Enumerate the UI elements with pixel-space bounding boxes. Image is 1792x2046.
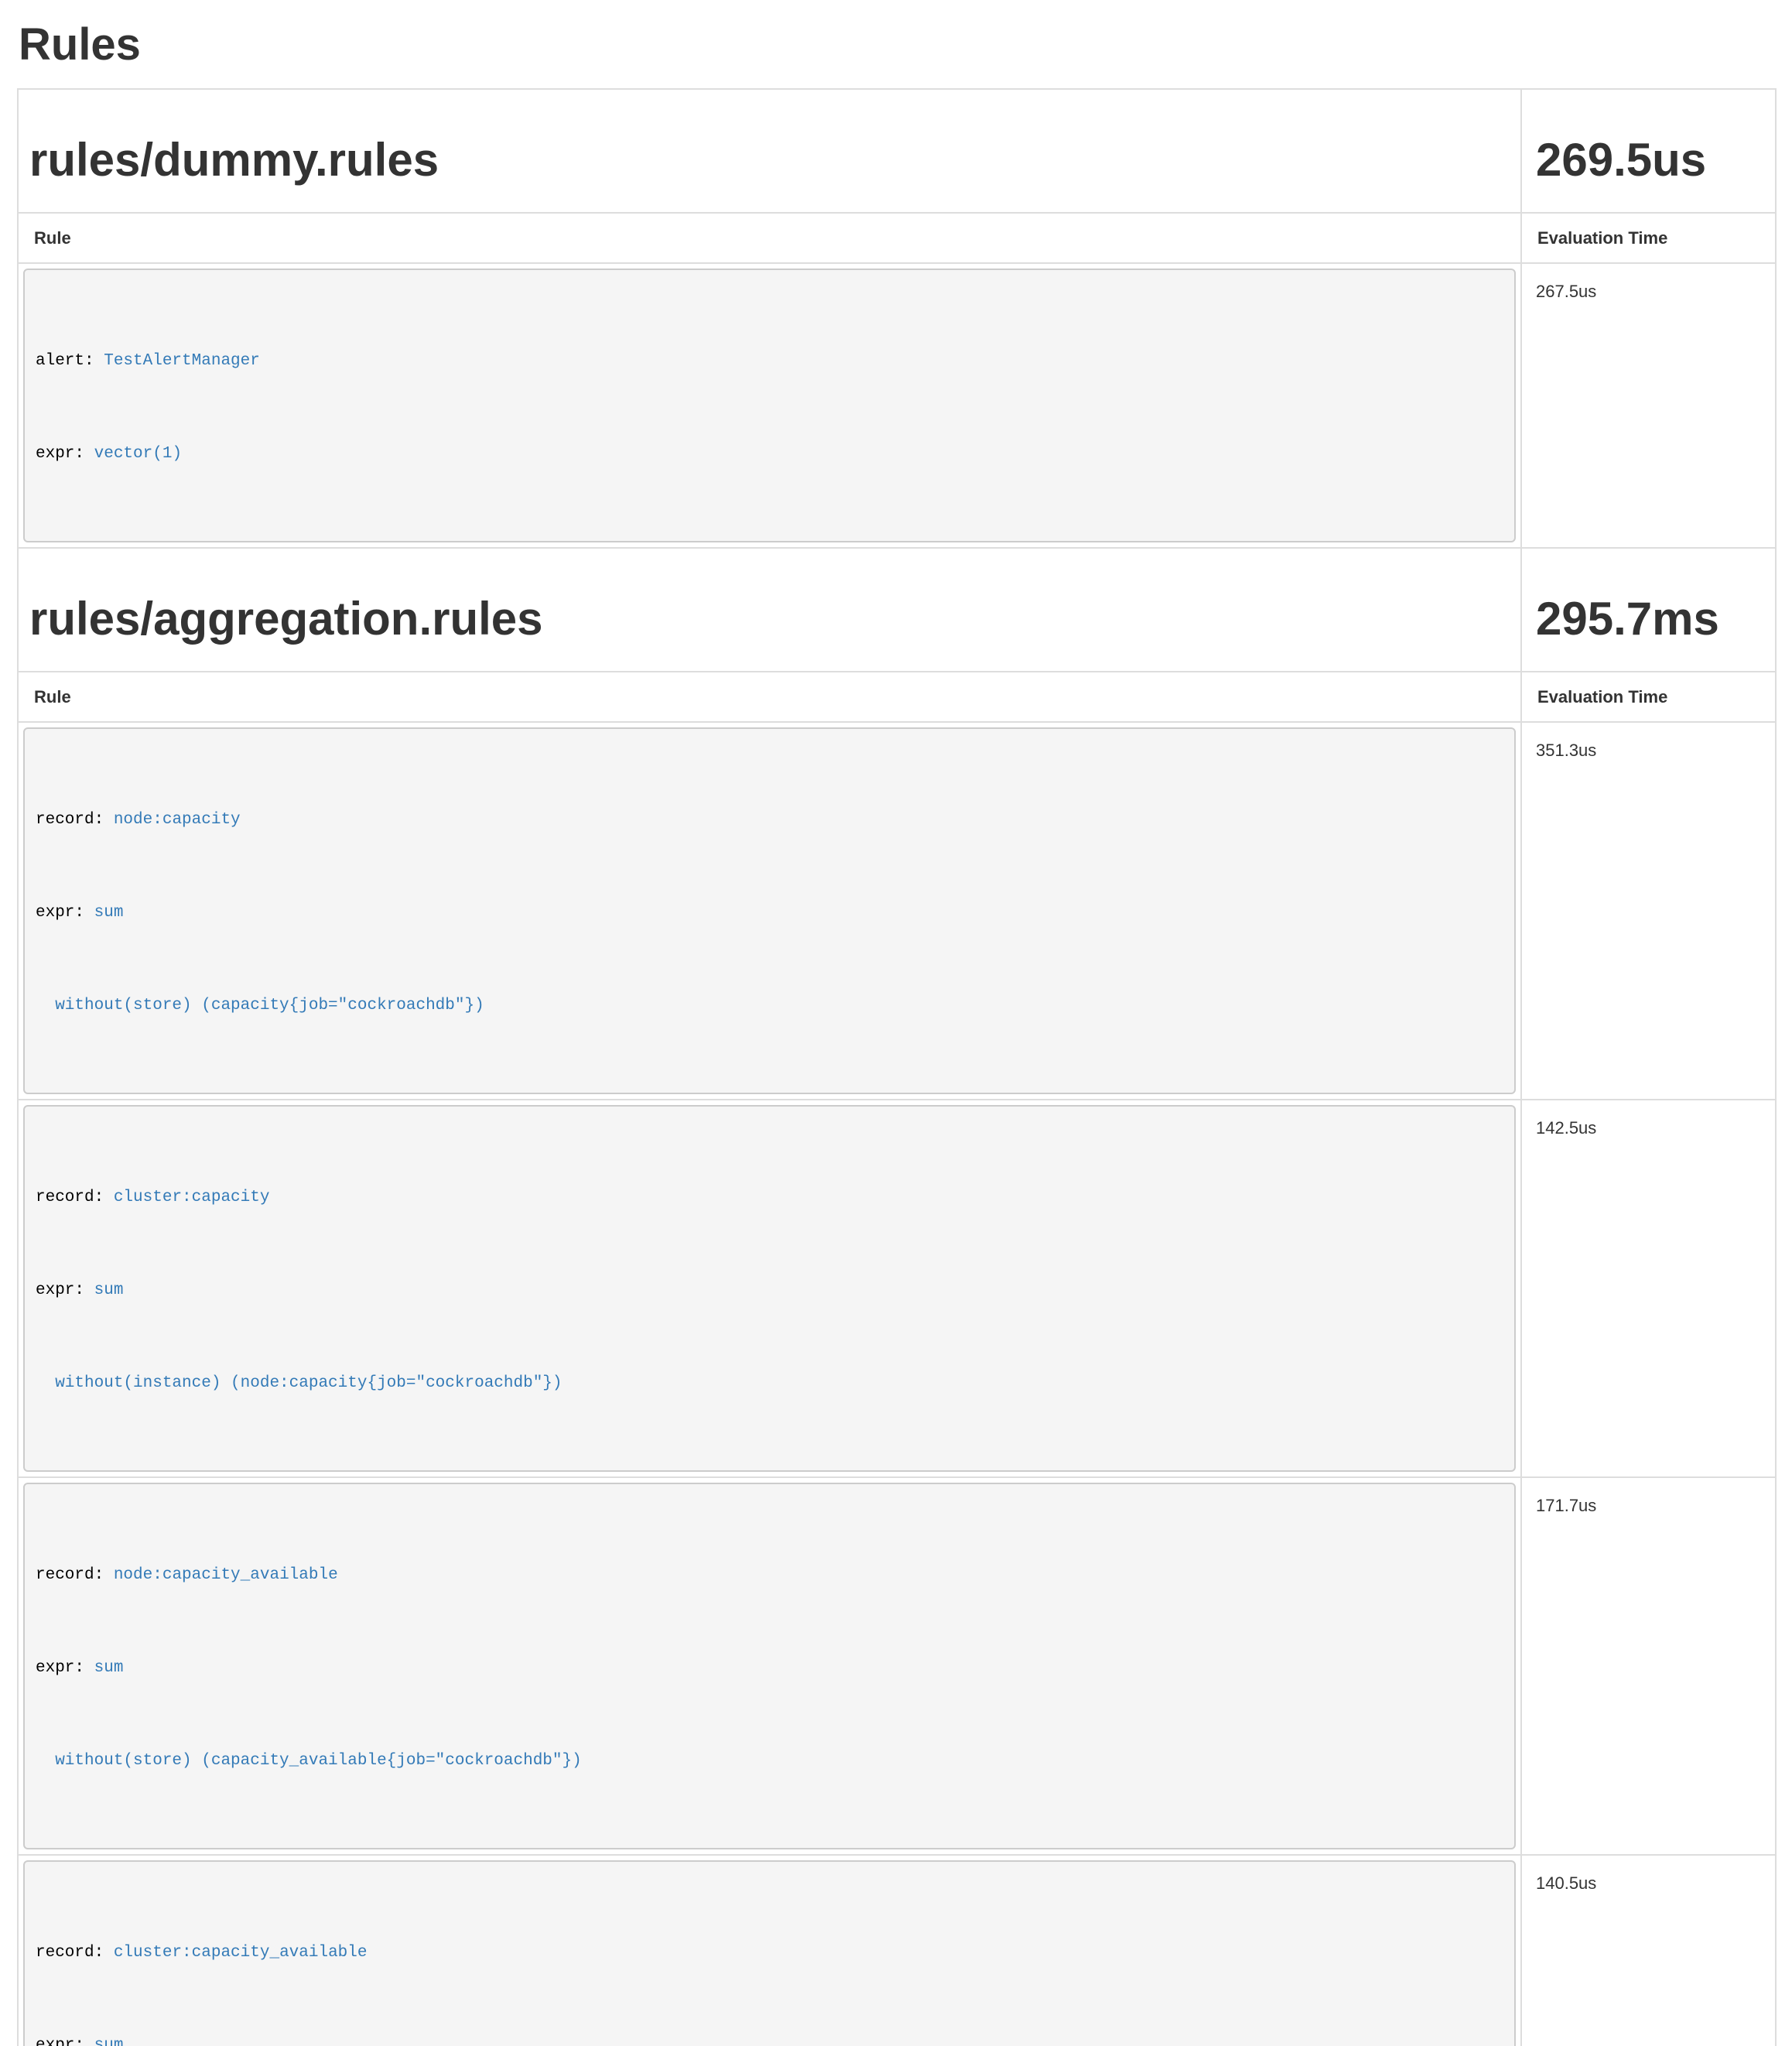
code-line: expr: vector(1)	[36, 439, 1503, 470]
code-value-link[interactable]: vector(1)	[94, 445, 182, 463]
group-eval-cell: 269.5us	[1521, 89, 1776, 213]
code-value-link[interactable]: sum	[94, 904, 124, 922]
rule-code-cell: record: cluster:capacity_available expr:…	[18, 1855, 1521, 2046]
code-value-link[interactable]: node:capacity_available	[114, 1566, 338, 1584]
code-value-link[interactable]: cluster:capacity	[114, 1189, 270, 1206]
code-key: alert:	[36, 352, 104, 370]
column-header-row: Rule Evaluation Time	[18, 213, 1776, 263]
code-key: expr:	[36, 1281, 94, 1299]
eval-time-value: 351.3us	[1521, 722, 1776, 1100]
code-line: without(store) (capacity{job="cockroachd…	[36, 990, 1503, 1021]
code-line: without(instance) (node:capacity{job="co…	[36, 1368, 1503, 1399]
rule-code-block: record: node:capacity_available expr: su…	[23, 1483, 1516, 1849]
eval-time-value: 142.5us	[1521, 1100, 1776, 1477]
rule-code-block: record: node:capacity expr: sum without(…	[23, 727, 1516, 1094]
eval-time-value: 140.5us	[1521, 1855, 1776, 2046]
code-key: expr:	[36, 1659, 94, 1677]
code-key: expr:	[36, 2037, 94, 2046]
group-file-name: rules/dummy.rules	[29, 135, 1506, 186]
rule-row: alert: TestAlertManager expr: vector(1) …	[18, 263, 1776, 548]
eval-time-value: 267.5us	[1521, 263, 1776, 548]
eval-time-value: 171.7us	[1521, 1477, 1776, 1855]
group-file-cell: rules/aggregation.rules	[18, 548, 1521, 672]
code-value-link[interactable]: sum	[94, 1659, 124, 1677]
rule-code-block: record: cluster:capacity_available expr:…	[23, 1860, 1516, 2046]
rule-column-header: Rule	[18, 672, 1521, 722]
rule-row: record: node:capacity_available expr: su…	[18, 1477, 1776, 1855]
code-value-link[interactable]: cluster:capacity_available	[114, 1944, 368, 1962]
code-line: record: node:capacity	[36, 805, 1503, 836]
group-file-cell: rules/dummy.rules	[18, 89, 1521, 213]
eval-time-column-header: Evaluation Time	[1521, 672, 1776, 722]
code-value-link[interactable]: node:capacity	[114, 811, 241, 829]
code-line: expr: sum	[36, 898, 1503, 929]
code-value-link[interactable]: TestAlertManager	[104, 352, 260, 370]
page-title: Rules	[19, 20, 1775, 70]
code-value-link[interactable]: sum	[94, 2037, 124, 2046]
code-value-link[interactable]: without(store) (capacity_available{job="…	[36, 1752, 582, 1770]
rule-code-cell: alert: TestAlertManager expr: vector(1)	[18, 263, 1521, 548]
group-eval-cell: 295.7ms	[1521, 548, 1776, 672]
code-line: expr: sum	[36, 1275, 1503, 1306]
code-key: expr:	[36, 445, 94, 463]
rule-code-cell: record: node:capacity_available expr: su…	[18, 1477, 1521, 1855]
code-key: record:	[36, 1189, 114, 1206]
rule-row: record: cluster:capacity_available expr:…	[18, 1855, 1776, 2046]
group-row: rules/aggregation.rules 295.7ms	[18, 548, 1776, 672]
rule-code-block: record: cluster:capacity expr: sum witho…	[23, 1105, 1516, 1472]
rule-column-header: Rule	[18, 213, 1521, 263]
code-key: record:	[36, 811, 114, 829]
rule-row: record: node:capacity expr: sum without(…	[18, 722, 1776, 1100]
code-key: record:	[36, 1566, 114, 1584]
code-key: expr:	[36, 904, 94, 922]
group-eval-time: 269.5us	[1536, 135, 1761, 186]
code-line: without(store) (capacity_available{job="…	[36, 1746, 1503, 1777]
code-line: expr: sum	[36, 2031, 1503, 2046]
code-line: alert: TestAlertManager	[36, 346, 1503, 377]
group-eval-time: 295.7ms	[1536, 594, 1761, 645]
rule-code-cell: record: cluster:capacity expr: sum witho…	[18, 1100, 1521, 1477]
code-line: record: node:capacity_available	[36, 1560, 1503, 1591]
code-value-link[interactable]: sum	[94, 1281, 124, 1299]
code-line: record: cluster:capacity_available	[36, 1938, 1503, 1969]
group-row: rules/dummy.rules 269.5us	[18, 89, 1776, 213]
rules-table: rules/dummy.rules 269.5us Rule Evaluatio…	[17, 88, 1777, 2046]
code-line: expr: sum	[36, 1653, 1503, 1684]
group-file-name: rules/aggregation.rules	[29, 594, 1506, 645]
rule-code-block: alert: TestAlertManager expr: vector(1)	[23, 269, 1516, 542]
code-value-link[interactable]: without(instance) (node:capacity{job="co…	[36, 1374, 563, 1392]
rule-row: record: cluster:capacity expr: sum witho…	[18, 1100, 1776, 1477]
eval-time-column-header: Evaluation Time	[1521, 213, 1776, 263]
code-value-link[interactable]: without(store) (capacity{job="cockroachd…	[36, 997, 484, 1014]
column-header-row: Rule Evaluation Time	[18, 672, 1776, 722]
rule-code-cell: record: node:capacity expr: sum without(…	[18, 722, 1521, 1100]
rules-page: Rules rules/dummy.rules 269.5us Rule Eva…	[0, 20, 1792, 2046]
code-line: record: cluster:capacity	[36, 1182, 1503, 1213]
code-key: record:	[36, 1944, 114, 1962]
